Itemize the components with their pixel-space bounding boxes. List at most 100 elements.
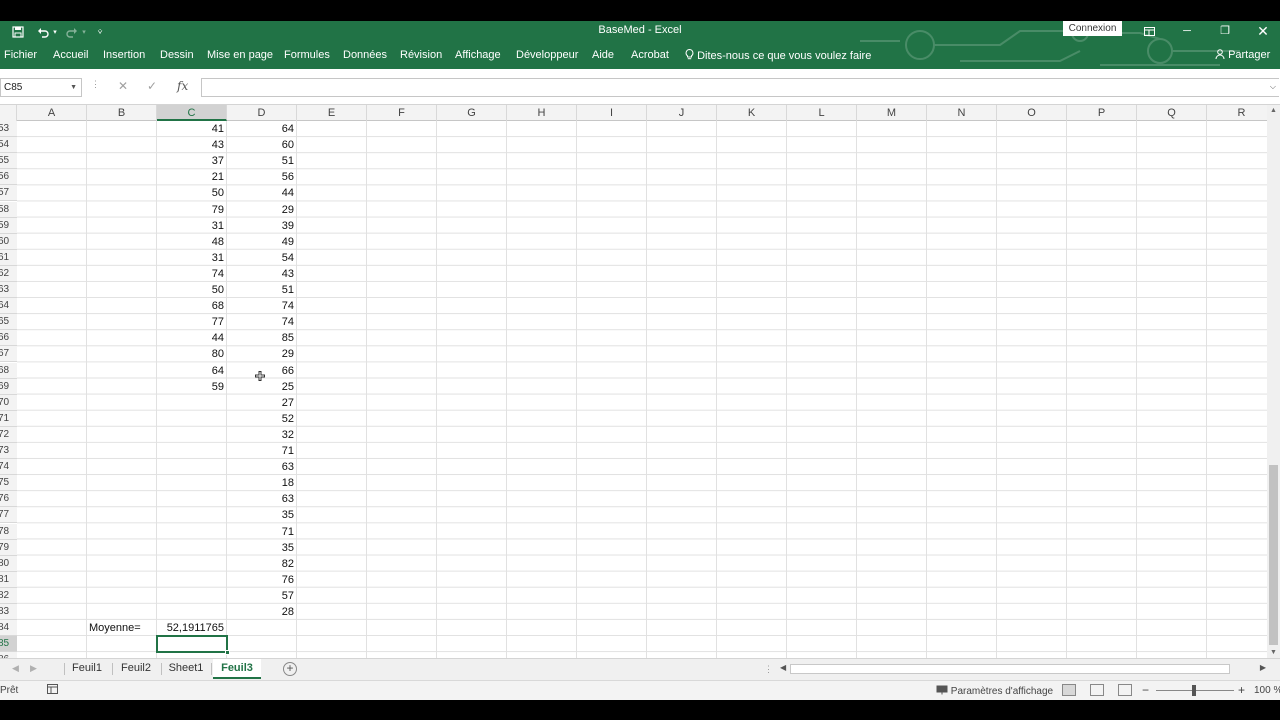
- column-header-j[interactable]: J: [647, 105, 717, 121]
- prev-sheet-icon[interactable]: ◀: [12, 663, 19, 674]
- horizontal-scrollbar[interactable]: ◀ ▶: [778, 662, 1268, 676]
- expand-formula-bar-icon[interactable]: ⌵: [1270, 82, 1276, 92]
- row-header-79[interactable]: 79: [0, 539, 17, 556]
- row-header-66[interactable]: 66: [0, 330, 17, 347]
- column-header-d[interactable]: D: [227, 105, 297, 121]
- cell-d82[interactable]: 57: [227, 588, 297, 604]
- cell-d66[interactable]: 85: [227, 330, 297, 346]
- row-header-81[interactable]: 81: [0, 571, 17, 588]
- row-header-64[interactable]: 64: [0, 298, 17, 315]
- row-header-63[interactable]: 63: [0, 282, 17, 298]
- row-header-73[interactable]: 73: [0, 443, 17, 459]
- name-box-dropdown-icon[interactable]: ▼: [70, 79, 77, 96]
- row-header-74[interactable]: 74: [0, 459, 17, 476]
- row-header-62[interactable]: 62: [0, 265, 17, 282]
- name-box[interactable]: C85 ▼: [0, 78, 82, 97]
- cell-c64[interactable]: 68: [157, 298, 227, 314]
- active-cell-selection[interactable]: [156, 635, 230, 656]
- cell-c60[interactable]: 48: [157, 234, 227, 250]
- vertical-scrollbar[interactable]: ▲ ▼: [1267, 105, 1280, 658]
- cell-c68[interactable]: 64: [157, 363, 227, 379]
- row-header-55[interactable]: 55: [0, 153, 17, 170]
- row-header-80[interactable]: 80: [0, 555, 17, 572]
- row-header-60[interactable]: 60: [0, 233, 17, 250]
- row-header-82[interactable]: 82: [0, 587, 17, 604]
- average-value-cell[interactable]: 52,1911765: [157, 620, 227, 636]
- cell-d58[interactable]: 29: [227, 202, 297, 218]
- cell-d62[interactable]: 43: [227, 266, 297, 282]
- row-header-57[interactable]: 57: [0, 185, 17, 202]
- zoom-level[interactable]: 100 %: [1254, 685, 1280, 696]
- close-icon[interactable]: ✕: [1245, 21, 1280, 43]
- row-header-53[interactable]: 53: [0, 121, 17, 137]
- column-header-b[interactable]: B: [87, 105, 157, 121]
- zoom-out-icon[interactable]: −: [1142, 683, 1149, 697]
- column-header-q[interactable]: Q: [1137, 105, 1207, 121]
- sheet-tab-sheet1[interactable]: Sheet1: [162, 659, 210, 679]
- cell-d59[interactable]: 39: [227, 218, 297, 234]
- average-label[interactable]: Moyenne=: [89, 620, 141, 636]
- row-header-56[interactable]: 56: [0, 169, 17, 186]
- column-header-g[interactable]: G: [437, 105, 507, 121]
- cell-d74[interactable]: 63: [227, 459, 297, 475]
- tab-split-handle-icon[interactable]: ⋮: [764, 664, 773, 675]
- add-sheet-icon[interactable]: +: [283, 662, 297, 676]
- undo-icon[interactable]: [34, 21, 52, 43]
- tab-affichage[interactable]: Affichage: [455, 49, 501, 61]
- sheet-tab-feuil2[interactable]: Feuil2: [113, 659, 159, 679]
- customize-qat-icon[interactable]: ⩒: [95, 21, 105, 43]
- cell-c57[interactable]: 50: [157, 185, 227, 201]
- column-header-r[interactable]: R: [1207, 105, 1267, 121]
- row-header-78[interactable]: 78: [0, 523, 17, 540]
- cell-d61[interactable]: 54: [227, 250, 297, 266]
- cell-c61[interactable]: 31: [157, 250, 227, 266]
- cell-d60[interactable]: 49: [227, 234, 297, 250]
- tab-aide[interactable]: Aide: [592, 49, 614, 61]
- row-header-83[interactable]: 83: [0, 604, 17, 620]
- cell-d63[interactable]: 51: [227, 282, 297, 298]
- cell-d65[interactable]: 74: [227, 314, 297, 330]
- row-header-77[interactable]: 77: [0, 507, 17, 524]
- redo-icon[interactable]: [63, 21, 81, 43]
- enter-icon[interactable]: ✓: [147, 79, 157, 93]
- cell-d79[interactable]: 35: [227, 540, 297, 556]
- tab-fichier[interactable]: Fichier: [4, 49, 37, 61]
- column-header-h[interactable]: H: [507, 105, 577, 121]
- row-header-72[interactable]: 72: [0, 426, 17, 443]
- column-header-e[interactable]: E: [297, 105, 367, 121]
- column-header-n[interactable]: N: [927, 105, 997, 121]
- formula-input[interactable]: ⌵: [201, 78, 1279, 97]
- scroll-up-icon[interactable]: ▲: [1267, 107, 1280, 114]
- tab-revision[interactable]: Révision: [400, 49, 442, 61]
- cell-d80[interactable]: 82: [227, 556, 297, 572]
- tab-donnees[interactable]: Données: [343, 49, 387, 61]
- tab-mise-en-page[interactable]: Mise en page: [207, 49, 273, 61]
- cell-area[interactable]: 41 43 37 21 50 79 31 48 31 74 50 68 77 44 80 64 59 64 60 51…: [17, 121, 1267, 658]
- row-header-59[interactable]: 59: [0, 217, 17, 234]
- cell-c69[interactable]: 59: [157, 379, 227, 395]
- tab-accueil[interactable]: Accueil: [53, 49, 88, 61]
- column-header-k[interactable]: K: [717, 105, 787, 121]
- column-header-p[interactable]: P: [1067, 105, 1137, 121]
- row-header-65[interactable]: 65: [0, 314, 17, 331]
- cell-d75[interactable]: 18: [227, 475, 297, 491]
- cell-c62[interactable]: 74: [157, 266, 227, 282]
- column-header-c[interactable]: C: [157, 105, 227, 121]
- row-header-70[interactable]: 70: [0, 394, 17, 411]
- redo-dropdown-icon[interactable]: ▾: [80, 21, 88, 43]
- row-header-61[interactable]: 61: [0, 249, 17, 266]
- vertical-scroll-thumb[interactable]: [1269, 465, 1278, 645]
- cell-d71[interactable]: 52: [227, 411, 297, 427]
- insert-function-icon[interactable]: fx: [177, 79, 188, 93]
- cell-d83[interactable]: 28: [227, 604, 297, 620]
- cell-d57[interactable]: 44: [227, 185, 297, 201]
- macro-record-icon[interactable]: [47, 684, 58, 697]
- sheet-tab-feuil1[interactable]: Feuil1: [64, 659, 110, 679]
- cell-d56[interactable]: 56: [227, 169, 297, 185]
- cell-d54[interactable]: 60: [227, 137, 297, 153]
- cell-d70[interactable]: 27: [227, 395, 297, 411]
- cell-c66[interactable]: 44: [157, 330, 227, 346]
- cancel-icon[interactable]: ✕: [118, 79, 128, 93]
- scroll-left-icon[interactable]: ◀: [780, 663, 786, 672]
- column-header-m[interactable]: M: [857, 105, 927, 121]
